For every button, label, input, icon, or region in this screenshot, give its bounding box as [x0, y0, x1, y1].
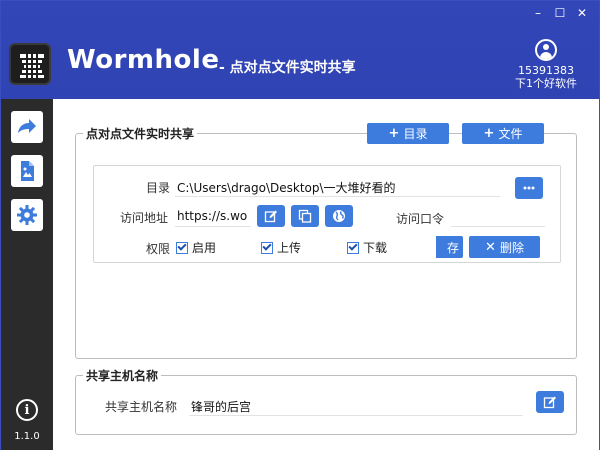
close-button[interactable]: ✕ — [571, 5, 593, 21]
checkbox-checked-icon — [176, 241, 188, 254]
wormhole-logo-icon — [20, 54, 44, 78]
user-id: 15391383 — [518, 64, 574, 77]
gear-icon — [17, 205, 37, 225]
maximize-button[interactable]: ☐ — [549, 5, 571, 21]
info-icon[interactable]: i — [16, 399, 38, 421]
host-name-underline — [189, 415, 523, 416]
globe-icon — [333, 210, 345, 222]
sidebar: i 1.1.0 — [1, 99, 53, 450]
save-button[interactable]: 存 — [436, 236, 463, 258]
edit-icon — [264, 210, 277, 223]
perm-download-label: 下载 — [363, 241, 388, 255]
addr-underline — [175, 226, 251, 227]
app-version: 1.1.0 — [14, 431, 40, 442]
dir-label: 目录 — [146, 181, 171, 195]
app-header: – ☐ ✕ Wormhole - 点对点文件实时共享 15391383 下1个好… — [1, 1, 599, 99]
window-controls: – ☐ ✕ — [527, 5, 593, 21]
plus-icon: + — [483, 126, 495, 141]
sidebar-item-files[interactable] — [11, 155, 43, 187]
browse-button[interactable] — [515, 177, 543, 199]
perm-enable-checkbox[interactable]: 启用 — [176, 239, 216, 256]
add-directory-label: 目录 — [403, 127, 428, 141]
edit-host-button[interactable] — [536, 391, 564, 413]
user-name: 下1个好软件 — [515, 77, 577, 90]
perm-label: 权限 — [146, 242, 171, 256]
app-title: Wormhole — [67, 45, 220, 75]
edit-address-button[interactable] — [257, 205, 285, 227]
share-group-title: 点对点文件实时共享 — [83, 125, 198, 142]
addr-value[interactable]: https://s.wo — [177, 209, 247, 223]
password-underline — [451, 226, 545, 227]
user-area[interactable]: 15391383 下1个好软件 — [511, 39, 581, 91]
minimize-button[interactable]: – — [527, 5, 549, 21]
checkbox-checked-icon — [347, 241, 359, 254]
add-directory-button[interactable]: + 目录 — [367, 123, 449, 144]
copy-address-button[interactable] — [291, 205, 319, 227]
close-icon: ✕ — [485, 239, 496, 255]
more-dots-icon — [523, 186, 535, 190]
app-subtitle: - 点对点文件实时共享 — [219, 60, 356, 76]
file-image-icon — [21, 161, 34, 181]
app-logo — [9, 43, 51, 85]
main-panel: 点对点文件实时共享 + 目录 + 文件 目录 C:\Users\drago\De… — [53, 99, 599, 450]
sidebar-item-settings[interactable] — [11, 199, 43, 231]
dir-underline — [175, 196, 500, 197]
perm-upload-checkbox[interactable]: 上传 — [261, 239, 301, 256]
open-browser-button[interactable] — [325, 205, 353, 227]
delete-button[interactable]: ✕ 删除 — [469, 236, 540, 258]
share-arrow-icon — [18, 119, 36, 133]
password-label: 访问口令 — [396, 212, 445, 226]
user-avatar-icon[interactable] — [535, 39, 557, 61]
plus-icon: + — [388, 126, 400, 141]
dir-value[interactable]: C:\Users\drago\Desktop\一大堆好看的 — [177, 179, 495, 196]
sidebar-item-share[interactable] — [11, 111, 43, 143]
copy-icon — [298, 209, 312, 223]
app-window: – ☐ ✕ Wormhole - 点对点文件实时共享 15391383 下1个好… — [0, 0, 600, 450]
addr-label: 访问地址 — [120, 211, 169, 225]
perm-enable-label: 启用 — [192, 241, 217, 255]
host-name-label: 共享主机名称 — [105, 400, 178, 414]
perm-upload-label: 上传 — [277, 241, 302, 255]
add-file-label: 文件 — [498, 127, 523, 141]
delete-label: 删除 — [499, 240, 524, 255]
edit-icon — [543, 396, 556, 409]
save-label: 存 — [446, 240, 459, 255]
perm-download-checkbox[interactable]: 下载 — [347, 239, 387, 256]
add-file-button[interactable]: + 文件 — [462, 123, 544, 144]
host-name-value[interactable]: 锋哥的后宫 — [191, 398, 511, 415]
host-group-title: 共享主机名称 — [83, 367, 162, 384]
checkbox-checked-icon — [261, 241, 273, 254]
